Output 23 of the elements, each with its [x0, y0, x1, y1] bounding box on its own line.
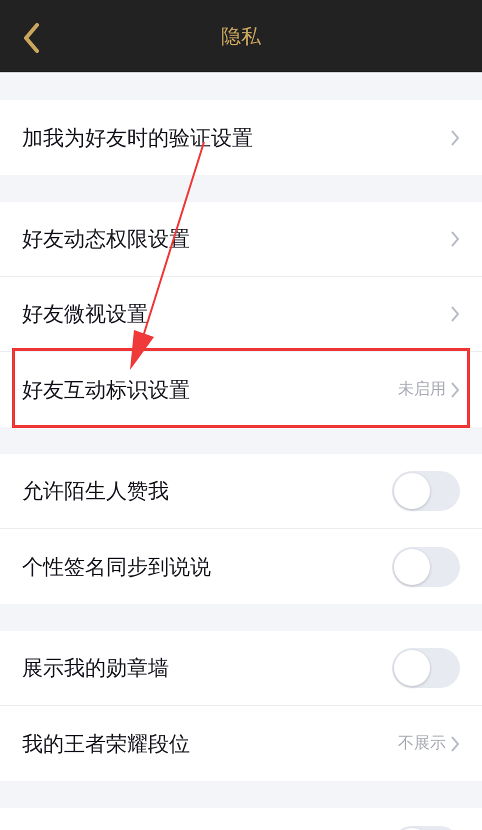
settings-row[interactable]: 我的王者荣耀段位 不展示 — [0, 706, 482, 781]
chevron-icon — [450, 305, 460, 323]
chevron-icon — [450, 380, 460, 398]
row-label: 个性签名同步到说说 — [22, 554, 211, 580]
row-label: 允许陌生人赞我 — [22, 478, 169, 505]
row-label: 好友微视设置 — [22, 301, 148, 328]
row-value: 不展示 — [398, 733, 446, 754]
row-label: 好友互动标识设置 — [22, 376, 190, 404]
row-value: 未启用 — [398, 379, 446, 400]
settings-row[interactable]: 个性签名同步到说说 — [0, 529, 482, 604]
chevron-icon — [450, 128, 460, 146]
back-icon[interactable] — [22, 22, 40, 54]
settings-row[interactable]: 展示我的勋章墙 — [0, 631, 482, 706]
settings-row[interactable]: 允许陌生人赞我 — [0, 454, 482, 529]
toggle-switch[interactable] — [392, 471, 460, 511]
toggle-switch[interactable] — [392, 546, 460, 586]
row-label: 展示我的勋章墙 — [22, 655, 169, 682]
row-label: 我的王者荣耀段位 — [22, 730, 190, 758]
settings-row[interactable]: 好友互动标识设置 未启用 — [0, 352, 482, 427]
chevron-icon — [450, 734, 460, 752]
toggle-switch[interactable] — [392, 648, 460, 688]
page-title: 隐私 — [221, 22, 261, 50]
chevron-icon — [450, 230, 460, 248]
